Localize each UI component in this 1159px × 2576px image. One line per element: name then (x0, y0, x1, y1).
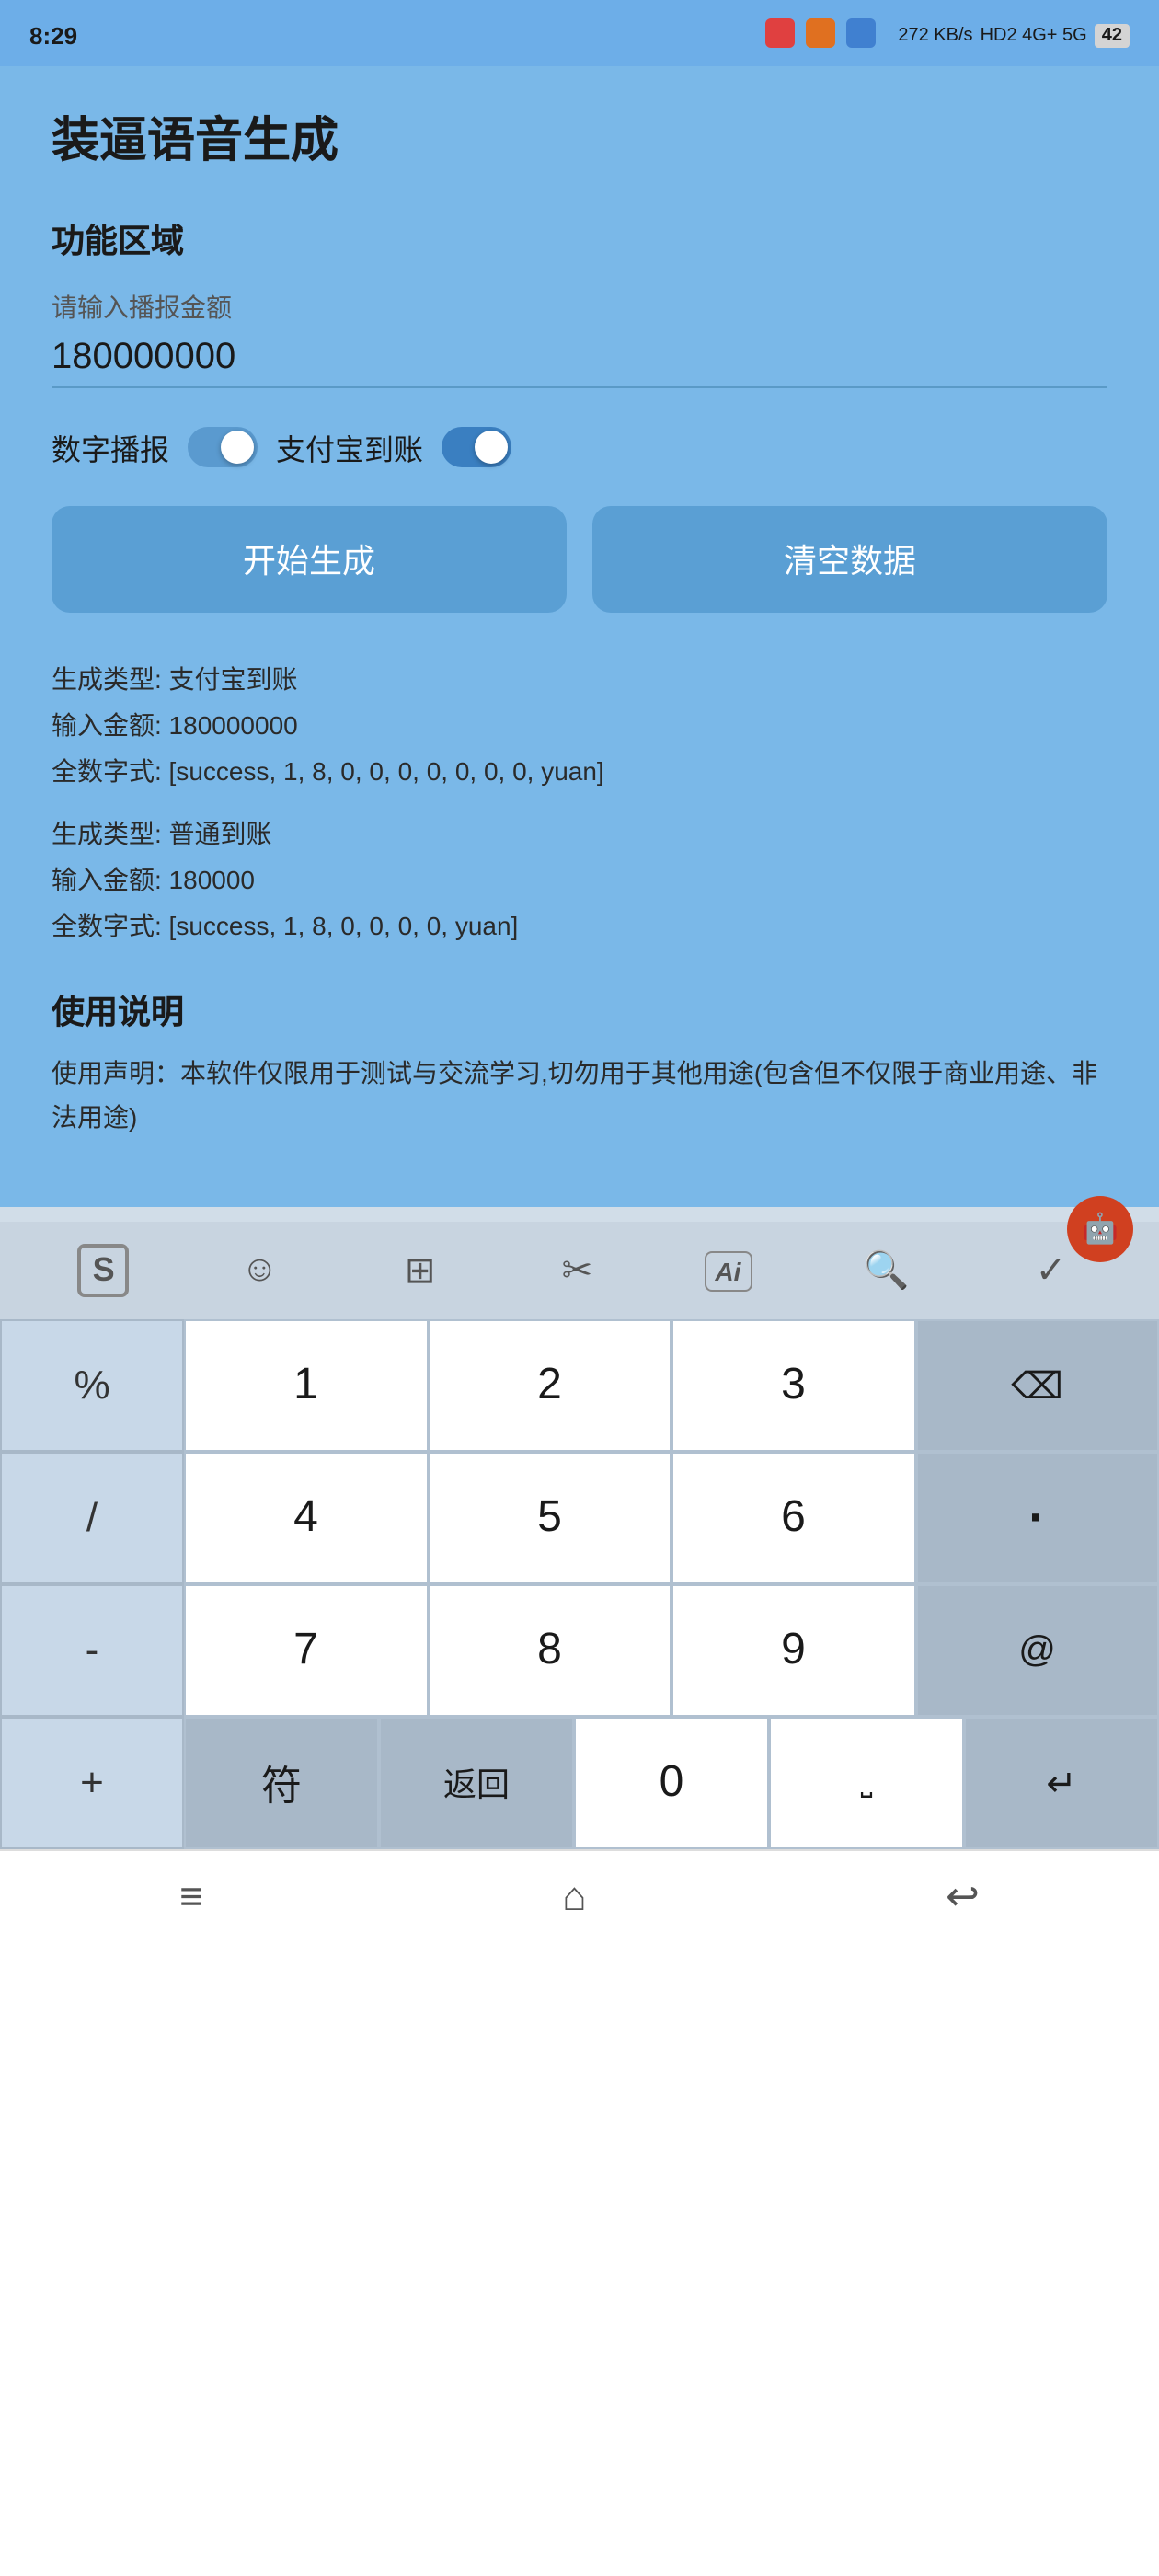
toggle-alipay[interactable] (442, 427, 511, 467)
key-1[interactable]: 1 (184, 1319, 428, 1452)
key-slash[interactable]: / (0, 1452, 184, 1584)
status-bar: 8:29 272 KB/s HD2 4G+ 5G 42 (0, 0, 1159, 66)
key-enter[interactable]: ↵ (964, 1717, 1159, 1849)
key-2[interactable]: 2 (428, 1319, 671, 1452)
result-line-3: 全数字式: [success, 1, 8, 0, 0, 0, 0, 0, 0, … (52, 750, 1107, 796)
notification-icons (765, 17, 876, 52)
nav-home-icon[interactable]: ⌂ (562, 1873, 587, 1921)
keyboard-row-2: 4 5 6 · (184, 1452, 1159, 1584)
result-line-4: 生成类型: 普通到账 (52, 811, 1107, 857)
key-at[interactable]: @ (915, 1584, 1159, 1717)
app-title: 装逼语音生成 (52, 103, 1107, 171)
amount-input-placeholder: 请输入播报金额 (52, 289, 1107, 326)
key-6[interactable]: 6 (671, 1452, 915, 1584)
keyboard-left-col: % / - + (0, 1319, 184, 1849)
key-percent[interactable]: % (0, 1319, 184, 1452)
keyboard-right-area: 1 2 3 ⌫ 4 5 6 · 7 8 9 @ 符 返回 (184, 1319, 1159, 1849)
collapse-icon[interactable]: ✓ (1021, 1240, 1082, 1301)
toggle-knob-2 (475, 431, 508, 464)
result-line-2: 输入金额: 180000000 (52, 703, 1107, 749)
keyboard-icon[interactable]: ⊞ (390, 1240, 451, 1301)
key-3[interactable]: 3 (671, 1319, 915, 1452)
keyboard-row-bottom: 符 返回 0 ⎵ ↵ (184, 1717, 1159, 1849)
keyboard-row-1: 1 2 3 ⌫ (184, 1319, 1159, 1452)
functional-area-label: 功能区域 (52, 215, 1107, 263)
key-minus[interactable]: - (0, 1584, 184, 1717)
result-line-1: 生成类型: 支付宝到账 (52, 657, 1107, 703)
toggle2-label: 支付宝到账 (276, 425, 423, 469)
nav-bar: ≡ ⌂ ↩ (0, 1849, 1159, 1943)
keyboard-main: % / - + 1 2 3 ⌫ 4 5 6 · 7 8 (0, 1319, 1159, 1849)
key-backspace[interactable]: ⌫ (915, 1319, 1159, 1452)
toggle-row: 数字播报 支付宝到账 (52, 425, 1107, 469)
network-type: HD2 4G+ 5G (981, 25, 1087, 45)
key-symbol[interactable]: 符 (184, 1717, 379, 1849)
scissors-icon[interactable]: ✂ (547, 1240, 608, 1301)
result-line-6: 全数字式: [success, 1, 8, 0, 0, 0, 0, yuan] (52, 903, 1107, 949)
toggle-digital-broadcast[interactable] (188, 427, 258, 467)
toggle1-label: 数字播报 (52, 425, 169, 469)
key-space[interactable]: ⎵ (769, 1717, 964, 1849)
result-area: 生成类型: 支付宝到账 输入金额: 180000000 全数字式: [succe… (52, 657, 1107, 949)
key-dot[interactable]: · (915, 1452, 1159, 1584)
notif-icon-1 (765, 17, 795, 47)
usage-title: 使用说明 (52, 986, 1107, 1034)
key-4[interactable]: 4 (184, 1452, 428, 1584)
action-buttons: 开始生成 清空数据 (52, 506, 1107, 613)
search-icon[interactable]: 🔍 (849, 1240, 924, 1301)
notif-icon-3 (846, 17, 876, 47)
key-5[interactable]: 5 (428, 1452, 671, 1584)
robot-icon[interactable]: 🤖 (1067, 1196, 1133, 1262)
status-right: 272 KB/s HD2 4G+ 5G 42 (765, 17, 1130, 52)
toggle-knob-1 (221, 431, 254, 464)
emoji-icon[interactable]: ☺ (226, 1242, 293, 1299)
sogou-icon[interactable]: S (78, 1244, 130, 1297)
amount-input[interactable] (52, 337, 1107, 388)
keyboard-row-3: 7 8 9 @ (184, 1584, 1159, 1717)
battery-indicator: 42 (1095, 23, 1130, 47)
usage-text: 使用声明：本软件仅限用于测试与交流学习,切勿用于其他用途(包含但不仅限于商业用途… (52, 1052, 1107, 1140)
nav-menu-icon[interactable]: ≡ (179, 1873, 203, 1921)
ai-icon[interactable]: Ai (704, 1250, 752, 1291)
key-8[interactable]: 8 (428, 1584, 671, 1717)
key-plus[interactable]: + (0, 1717, 184, 1849)
clear-button[interactable]: 清空数据 (592, 506, 1107, 613)
app-area: 装逼语音生成 功能区域 请输入播报金额 数字播报 支付宝到账 开始生成 清空数据… (0, 66, 1159, 1207)
key-0[interactable]: 0 (574, 1717, 769, 1849)
status-time: 8:29 (29, 21, 77, 49)
key-9[interactable]: 9 (671, 1584, 915, 1717)
start-button[interactable]: 开始生成 (52, 506, 567, 613)
notif-icon-2 (806, 17, 835, 47)
key-back[interactable]: 返回 (379, 1717, 574, 1849)
result-line-5: 输入金额: 180000 (52, 857, 1107, 903)
keyboard-area: 🤖 S ☺ ⊞ ✂ Ai 🔍 ✓ % / - + 1 2 3 ⌫ (0, 1207, 1159, 1849)
key-7[interactable]: 7 (184, 1584, 428, 1717)
keyboard-toolbar: S ☺ ⊞ ✂ Ai 🔍 ✓ (0, 1222, 1159, 1319)
nav-back-icon[interactable]: ↩ (946, 1873, 980, 1921)
network-speed: 272 KB/s (898, 25, 972, 45)
